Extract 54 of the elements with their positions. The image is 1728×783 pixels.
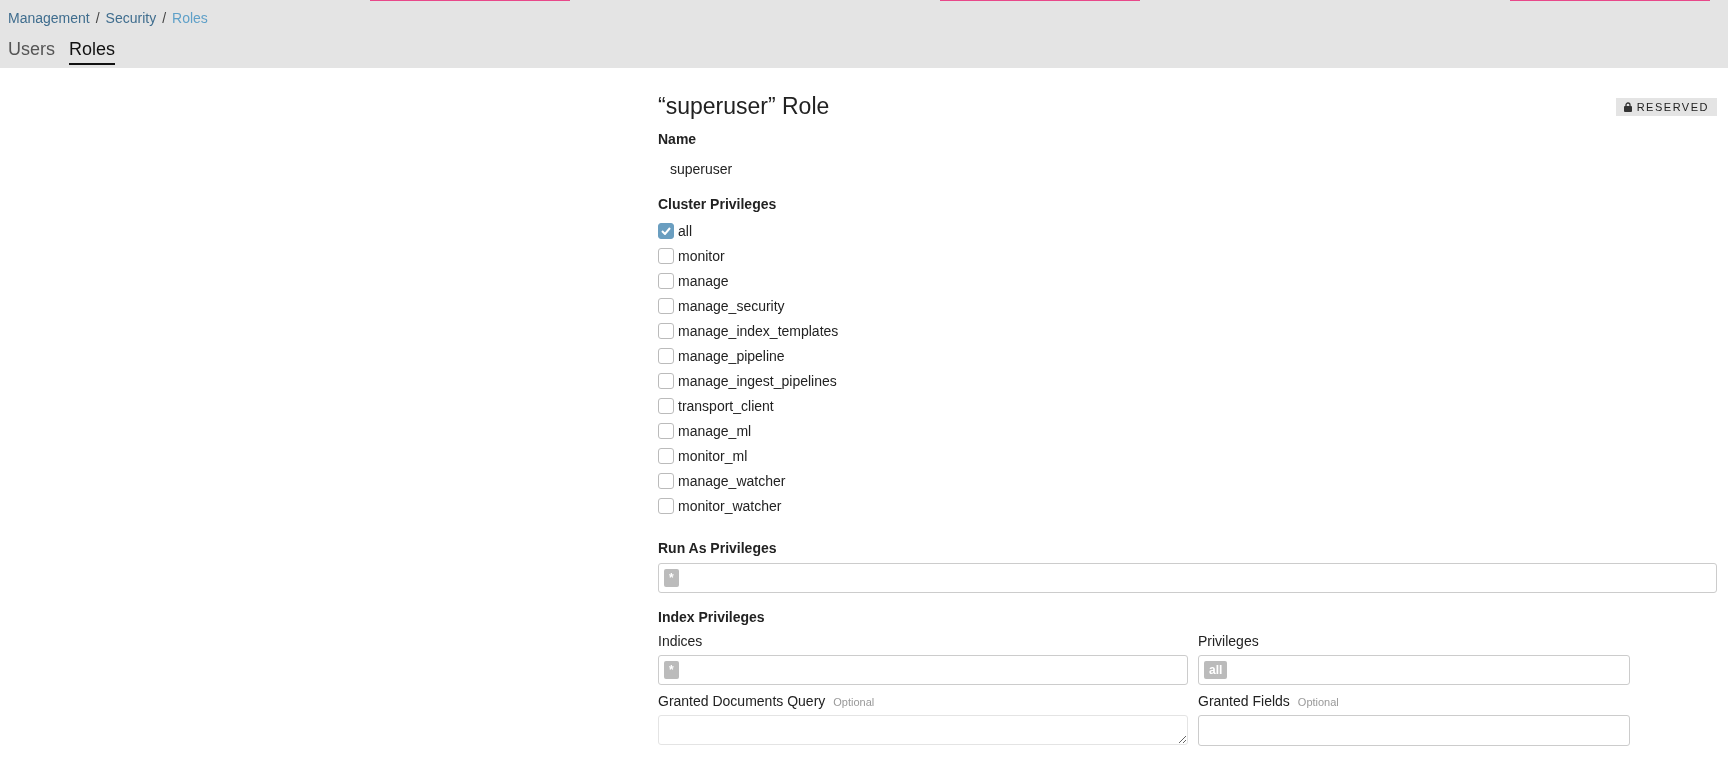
checkbox[interactable]: [658, 447, 674, 464]
breadcrumb-link[interactable]: Security: [105, 10, 157, 26]
field-label: Granted Fields: [1198, 693, 1290, 709]
name-value: superuser: [670, 161, 734, 177]
reserved-badge: RESERVED: [1615, 97, 1717, 116]
section-label: Index Privileges: [658, 609, 766, 625]
checkbox[interactable]: [658, 222, 674, 239]
checkbox[interactable]: [658, 472, 674, 489]
checkbox-label: monitor: [678, 247, 725, 264]
granted-fields-input[interactable]: [1198, 715, 1630, 746]
field-label: Granted Documents Query: [658, 693, 826, 709]
field-label: Privileges: [1198, 633, 1259, 649]
checkbox[interactable]: [658, 247, 674, 264]
checkbox[interactable]: [658, 322, 674, 339]
tab[interactable]: Users: [8, 39, 55, 65]
tag[interactable]: *: [664, 569, 679, 587]
privileges-field[interactable]: all: [1198, 655, 1630, 685]
checkbox[interactable]: [658, 422, 674, 439]
query-textarea[interactable]: [658, 715, 1188, 745]
tag[interactable]: all: [1204, 661, 1228, 679]
checkbox-label: manage_watcher: [678, 472, 786, 489]
checkbox[interactable]: [658, 347, 674, 364]
breadcrumb-separator: /: [95, 10, 100, 26]
breadcrumb-separator: /: [162, 10, 167, 26]
checkbox[interactable]: [658, 497, 674, 514]
breadcrumb-link[interactable]: Management: [8, 10, 90, 26]
optional-hint: Optional: [833, 696, 875, 708]
run-as-field[interactable]: *: [658, 563, 1717, 593]
checkbox-label: manage_ml: [678, 422, 752, 439]
indices-field[interactable]: *: [658, 655, 1188, 685]
field-label: Name: [658, 131, 698, 147]
page-title: “superuser” Role: [658, 93, 830, 120]
checkbox-label: manage_security: [678, 297, 785, 314]
checkbox[interactable]: [658, 272, 674, 289]
field-label: Indices: [658, 633, 703, 649]
tag[interactable]: *: [664, 661, 679, 679]
section-label: Cluster Privileges: [658, 196, 778, 212]
tab[interactable]: Roles: [69, 39, 116, 65]
optional-hint: Optional: [1297, 696, 1339, 708]
checkbox-label: monitor_ml: [678, 447, 748, 464]
checkbox-label: transport_client: [678, 397, 774, 414]
checkbox-label: all: [678, 222, 692, 239]
check-icon: [661, 226, 671, 235]
checkbox-label: monitor_watcher: [678, 497, 782, 514]
checkbox-label: manage_pipeline: [678, 347, 785, 364]
section-label: Run As Privileges: [658, 540, 778, 556]
checkbox-label: manage: [678, 272, 729, 289]
checkbox[interactable]: [658, 297, 674, 314]
lock-icon: [1623, 101, 1632, 112]
checkbox[interactable]: [658, 372, 674, 389]
checkbox-label: manage_ingest_pipelines: [678, 372, 837, 389]
checkbox-label: manage_index_templates: [678, 322, 839, 339]
checkbox[interactable]: [658, 397, 674, 414]
breadcrumb-link[interactable]: Roles: [172, 10, 208, 26]
